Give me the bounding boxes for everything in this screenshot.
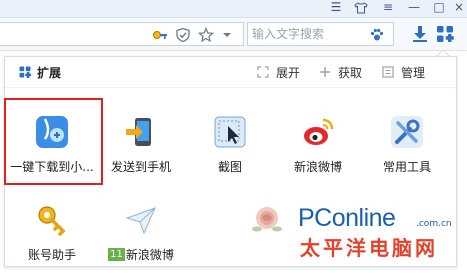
extension-label: 11 新浪微博 (94, 246, 188, 263)
extension-item-sina-weibo[interactable]: 新浪微博 (271, 109, 365, 185)
search-input[interactable] (252, 25, 364, 43)
search-box[interactable] (247, 22, 394, 46)
watermark-logo: PConline .com.cn 太平洋电脑网 (298, 204, 463, 262)
extension-label: 截图 (217, 160, 242, 174)
watermark-chinese: 太平洋电脑网 (300, 236, 438, 260)
maximize-icon[interactable]: □ (428, 0, 450, 17)
key-icon[interactable] (152, 27, 168, 43)
screenshot-icon (214, 116, 246, 148)
extension-label: 新浪微博 (293, 160, 342, 174)
menu-icon[interactable]: ☰ (325, 0, 347, 17)
expand-button[interactable]: 展开 (276, 64, 300, 81)
extension-item-send-to-phone[interactable]: 发送到手机 (94, 109, 188, 185)
highlight-box (4, 98, 103, 185)
pin-icon[interactable]: ≡ (377, 0, 399, 17)
star-icon[interactable] (198, 27, 214, 43)
watermark-brand: PConline (298, 204, 396, 232)
paw-search-icon[interactable] (369, 27, 385, 43)
rose-icon (252, 207, 282, 232)
extensions-grid-icon[interactable] (435, 24, 455, 44)
minimize-icon[interactable]: — (403, 0, 425, 17)
extensions-icon (19, 66, 31, 78)
extension-item-account-helper[interactable]: 账号助手 (5, 197, 99, 273)
skin-shirt-icon[interactable] (350, 0, 372, 17)
close-icon[interactable]: × (448, 0, 467, 17)
expand-icon[interactable] (257, 66, 269, 78)
paper-plane-icon (125, 207, 156, 235)
fetch-button[interactable]: 获取 (338, 64, 362, 81)
send-to-phone-icon (126, 118, 151, 146)
chevron-down-icon[interactable] (222, 27, 232, 43)
panel-title: 扩展 (37, 66, 62, 80)
tools-icon (391, 116, 423, 148)
extension-label: 常用工具 (382, 160, 431, 174)
manage-button[interactable]: 管理 (401, 64, 425, 81)
window-titlebar: ☰ ≡ — □ × (0, 0, 467, 18)
watermark-domain: .com.cn (416, 219, 452, 229)
panel-header: 扩展 展开 获取 管理 (5, 57, 456, 88)
extension-label: 账号助手 (27, 248, 76, 262)
extension-label: 发送到手机 (110, 160, 171, 174)
weibo-icon (304, 118, 334, 145)
shield-icon[interactable] (175, 27, 191, 43)
download-icon[interactable] (410, 24, 430, 44)
extension-item-common-tools[interactable]: 常用工具 (360, 109, 454, 185)
badge-count: 11 (108, 248, 125, 261)
browser-toolbar (0, 18, 467, 51)
address-bar[interactable] (0, 22, 244, 46)
extension-item-screenshot[interactable]: 截图 (183, 109, 277, 185)
manage-icon[interactable] (382, 66, 394, 78)
extension-label-text: 新浪微博 (125, 248, 174, 262)
extension-item-sina-weibo-2[interactable]: 11 新浪微博 (94, 197, 188, 273)
plus-icon[interactable] (319, 66, 331, 78)
key-gold-icon (38, 206, 66, 236)
